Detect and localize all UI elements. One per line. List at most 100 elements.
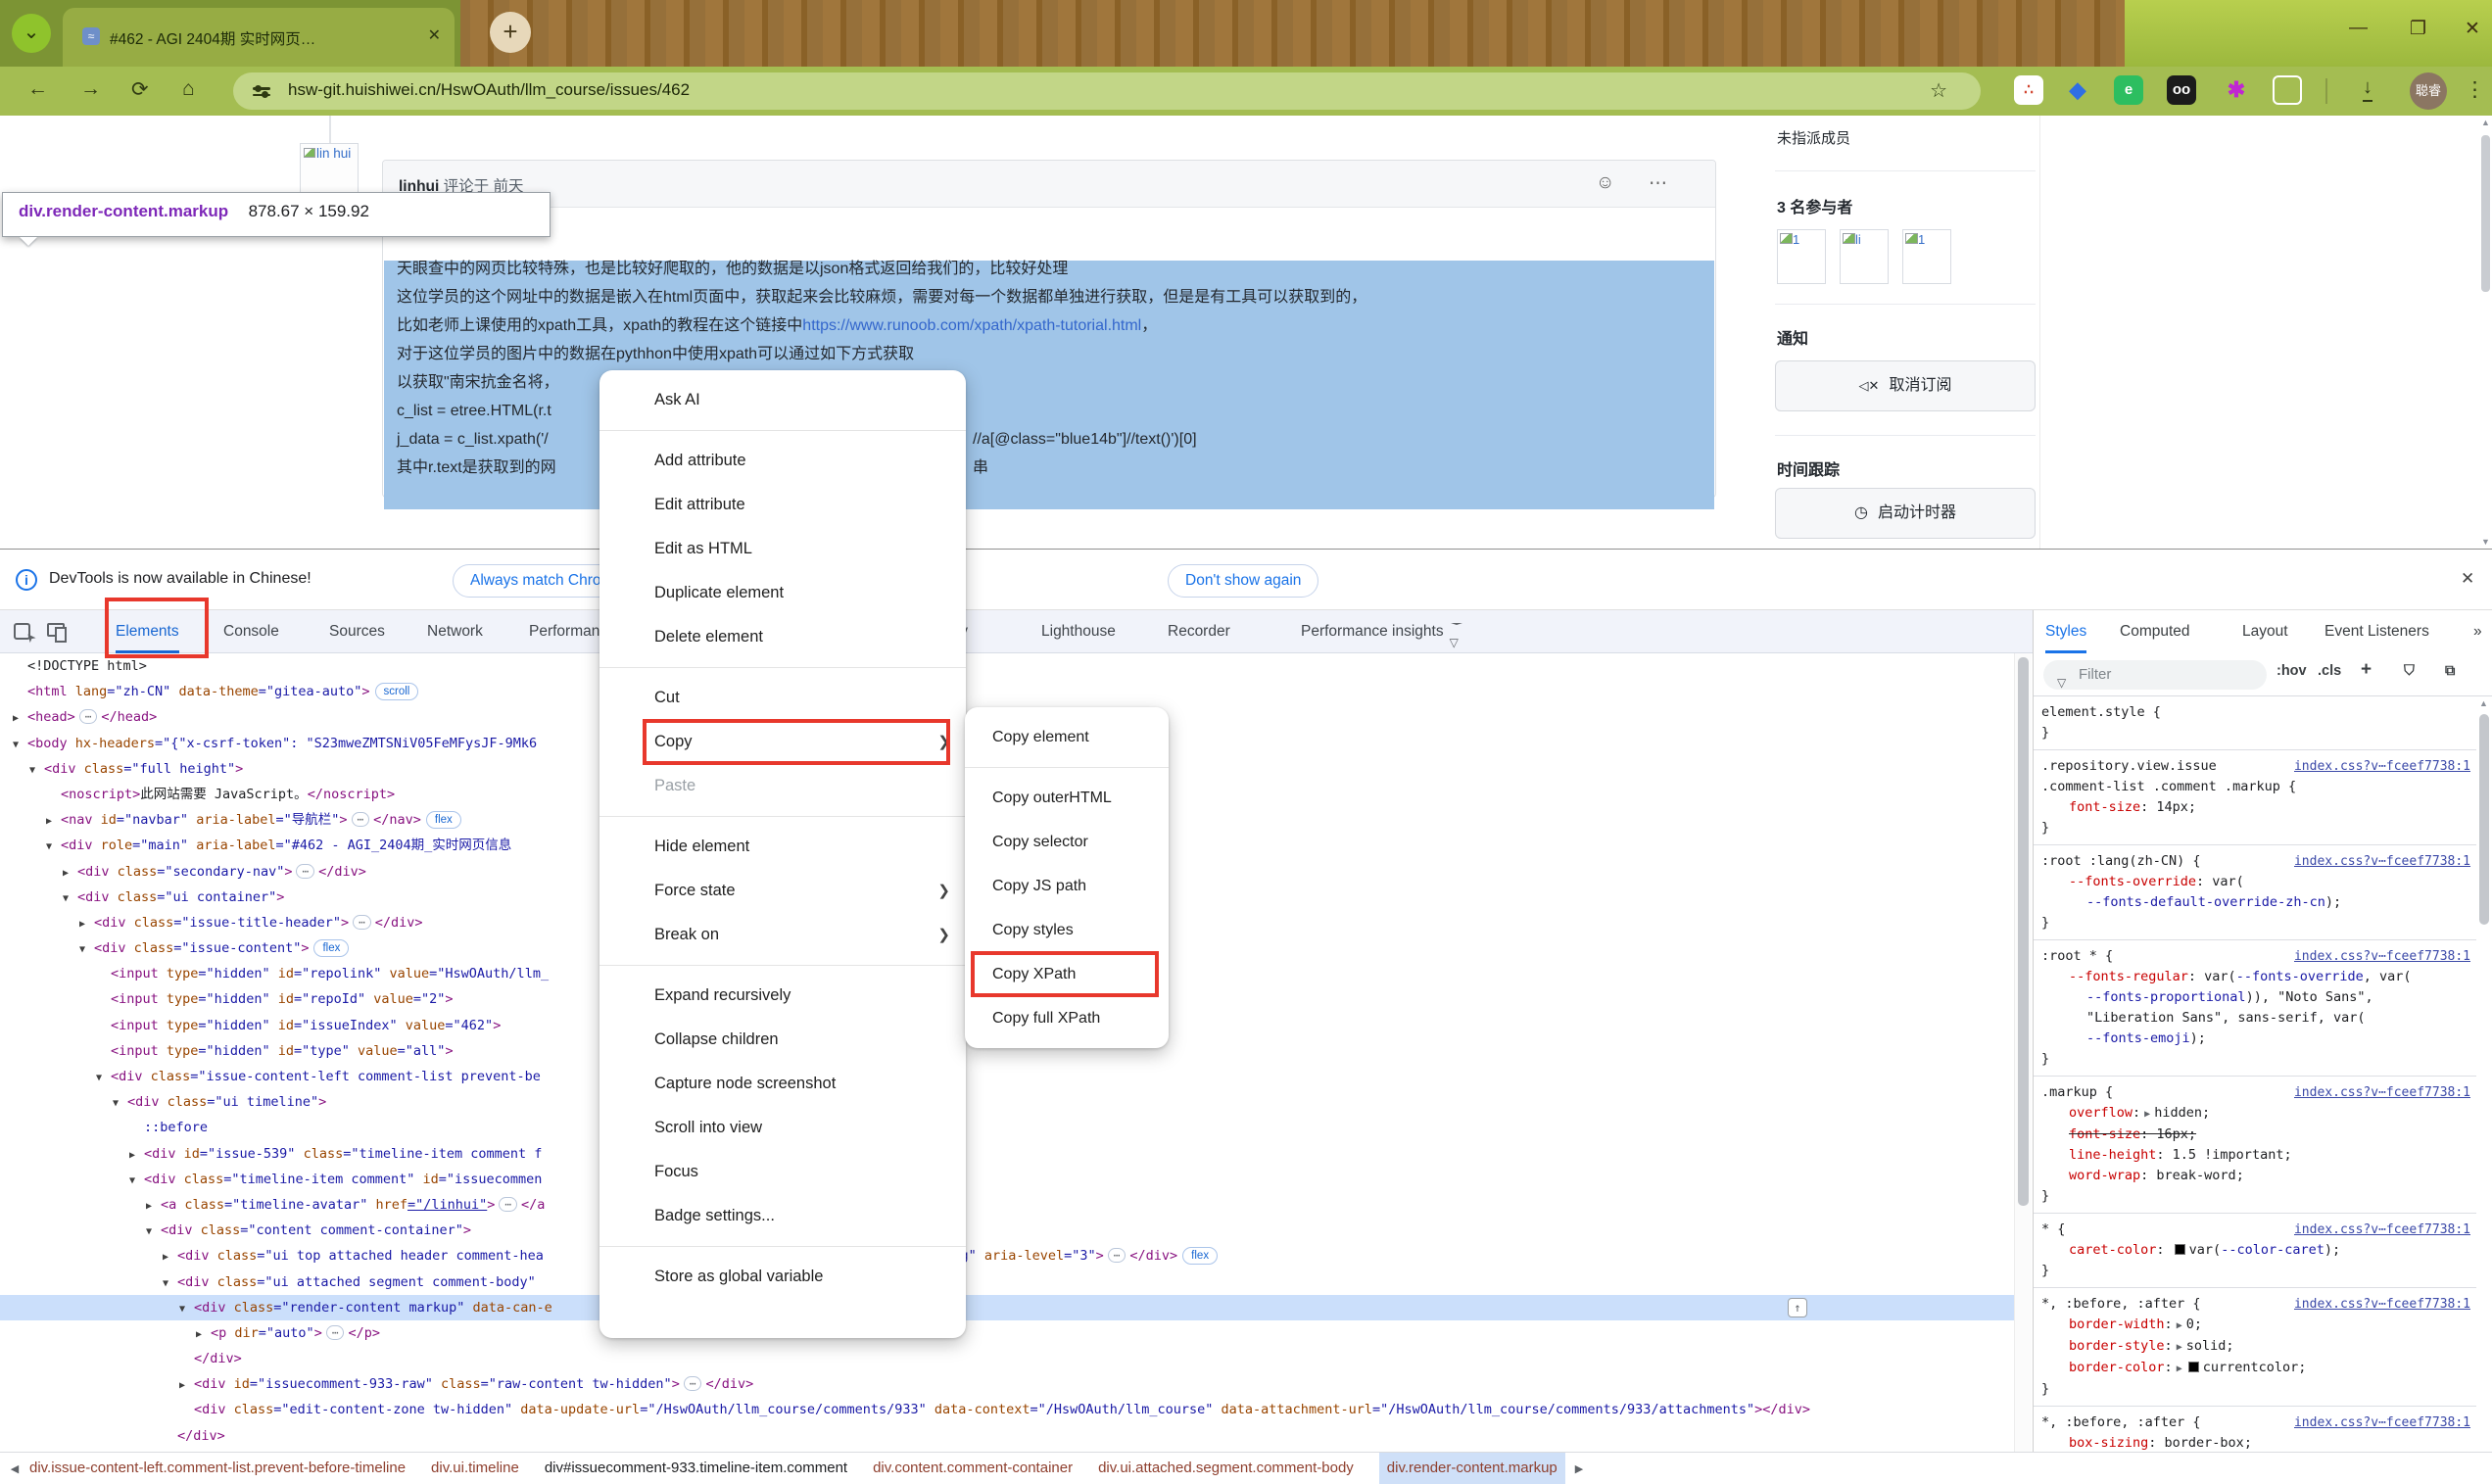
menu-item-copy-full-xpath[interactable]: Copy full XPath bbox=[965, 996, 1169, 1040]
tree-row[interactable]: ▼<div class="ui timeline"> bbox=[0, 1089, 2014, 1115]
breadcrumb-item[interactable]: div.ui.timeline bbox=[431, 1453, 519, 1484]
tab-search-icon[interactable]: ⌄ bbox=[12, 14, 51, 53]
toggle-class-button[interactable]: .cls bbox=[2318, 663, 2341, 679]
scroll-into-view-icon[interactable]: ↑ bbox=[1788, 1298, 1807, 1317]
styles-scrollbar[interactable]: ▲ bbox=[2476, 696, 2492, 1484]
breadcrumb-item[interactable]: div.content.comment-container bbox=[873, 1453, 1073, 1484]
menu-item-delete-element[interactable]: Delete element bbox=[599, 615, 966, 659]
expand-inline-icon[interactable]: ⋯ bbox=[352, 812, 370, 827]
menu-item-force-state[interactable]: Force state❯ bbox=[599, 869, 966, 913]
layout-badge[interactable]: flex bbox=[1182, 1247, 1218, 1265]
stylesheet-link[interactable]: index.css?v⋯fceef7738:1 bbox=[2294, 1294, 2470, 1315]
menu-item-focus[interactable]: Focus bbox=[599, 1150, 966, 1194]
page-scrollbar[interactable]: ▲ ▼ bbox=[2479, 116, 2492, 549]
toggle-hover-state-button[interactable]: :hov bbox=[2276, 663, 2307, 679]
css-rule[interactable]: index.css?v⋯fceef7738:1* {caret-color: v… bbox=[2034, 1214, 2476, 1288]
menu-item-capture-node-screenshot[interactable]: Capture node screenshot bbox=[599, 1062, 966, 1106]
styles-tab-layout[interactable]: Layout bbox=[2242, 610, 2288, 653]
menu-item-copy-outerhtml[interactable]: Copy outerHTML bbox=[965, 776, 1169, 820]
new-style-rule-icon[interactable]: + bbox=[2361, 659, 2372, 681]
banner-close-icon[interactable]: ✕ bbox=[2461, 569, 2474, 589]
tree-row[interactable]: ▼<div class="render-content markup" data… bbox=[0, 1295, 2014, 1320]
menu-item-edit-attribute[interactable]: Edit attribute bbox=[599, 483, 966, 527]
expand-inline-icon[interactable]: ⋯ bbox=[353, 915, 371, 930]
styles-filter-input[interactable]: ▽Filter bbox=[2043, 660, 2267, 690]
css-rule[interactable]: element.style {} bbox=[2034, 696, 2476, 750]
start-timer-button[interactable]: ◷启动计时器 bbox=[1775, 488, 2036, 539]
evernote-icon[interactable]: e bbox=[2114, 75, 2143, 105]
expand-inline-icon[interactable]: ⋯ bbox=[326, 1325, 345, 1340]
layout-badge[interactable]: flex bbox=[426, 811, 461, 829]
expand-inline-icon[interactable]: ⋯ bbox=[499, 1197, 517, 1212]
tree-row[interactable]: </div> bbox=[0, 1423, 2014, 1449]
menu-item-duplicate-element[interactable]: Duplicate element bbox=[599, 571, 966, 615]
expand-arrow-icon[interactable]: ▶ bbox=[63, 861, 77, 886]
browser-menu-icon[interactable]: ⋮ bbox=[2465, 77, 2485, 102]
menu-item-add-attribute[interactable]: Add attribute bbox=[599, 439, 966, 483]
tree-row[interactable]: ▼<div class="ui attached segment comment… bbox=[0, 1269, 2014, 1295]
kite-icon[interactable]: ◆ bbox=[2063, 75, 2092, 105]
sitemap-icon[interactable]: ∴ bbox=[2014, 75, 2043, 105]
inspect-element-icon[interactable] bbox=[14, 623, 30, 640]
tree-row[interactable]: ▼<div class="timeline-item comment" id="… bbox=[0, 1167, 2014, 1192]
collapse-arrow-icon[interactable]: ▼ bbox=[163, 1271, 177, 1297]
color-swatch[interactable] bbox=[2175, 1244, 2185, 1255]
devtools-tab-network[interactable]: Network bbox=[427, 610, 483, 653]
stylesheet-link[interactable]: index.css?v⋯fceef7738:1 bbox=[2294, 1082, 2470, 1103]
crumbs-back-icon[interactable]: ◀ bbox=[0, 1454, 29, 1484]
device-toolbar-icon[interactable] bbox=[47, 623, 65, 637]
collapse-arrow-icon[interactable]: ▼ bbox=[96, 1066, 111, 1091]
css-rule[interactable]: index.css?v⋯fceef7738:1:root :lang(zh-CN… bbox=[2034, 845, 2476, 940]
tabs-overflow-icon[interactable]: » bbox=[2473, 610, 2482, 653]
site-settings-icon[interactable] bbox=[253, 83, 270, 99]
pinwheel-icon[interactable]: ✱ bbox=[2222, 75, 2251, 105]
expand-arrow-icon[interactable]: ▶ bbox=[13, 706, 27, 732]
styles-tab-styles[interactable]: Styles bbox=[2045, 610, 2086, 653]
page-scroll-thumb[interactable] bbox=[2481, 135, 2490, 292]
menu-item-copy-js-path[interactable]: Copy JS path bbox=[965, 864, 1169, 908]
expand-inline-icon[interactable]: ⋯ bbox=[79, 709, 98, 724]
scroll-up-icon[interactable]: ▲ bbox=[2481, 118, 2490, 127]
goggles-icon[interactable]: oo bbox=[2167, 75, 2196, 105]
unsubscribe-button[interactable]: ◁✕取消订阅 bbox=[1775, 360, 2036, 411]
tree-row[interactable]: ▶<div id="issue-539" class="timeline-ite… bbox=[0, 1141, 2014, 1167]
participant-avatar[interactable]: 1 bbox=[1902, 229, 1951, 284]
tree-row[interactable]: ▼<div class="issue-content-left comment-… bbox=[0, 1064, 2014, 1089]
url-text[interactable]: hsw-git.huishiwei.cn/HswOAuth/llm_course… bbox=[288, 80, 690, 100]
collapse-arrow-icon[interactable]: ▼ bbox=[179, 1297, 194, 1322]
elements-scroll-thumb[interactable] bbox=[2018, 657, 2029, 1206]
window-minimize-button[interactable]: — bbox=[2349, 18, 2368, 39]
tree-row[interactable]: ::before bbox=[0, 1115, 2014, 1140]
css-rule[interactable]: index.css?v⋯fceef7738:1:root * {--fonts-… bbox=[2034, 940, 2476, 1077]
css-rule[interactable]: index.css?v⋯fceef7738:1.markup {overflow… bbox=[2034, 1077, 2476, 1214]
tree-row[interactable]: <!DOCTYPE html> bbox=[0, 653, 2014, 679]
collapse-arrow-icon[interactable]: ▼ bbox=[29, 758, 44, 784]
breadcrumb-item[interactable]: div.render-content.markup bbox=[1379, 1453, 1565, 1484]
tree-row[interactable]: ▶<p dir="auto">⋯</p> bbox=[0, 1320, 2014, 1346]
expand-arrow-icon[interactable]: ▶ bbox=[129, 1143, 144, 1169]
tree-row[interactable]: ▶<a class="timeline-avatar" href="/linhu… bbox=[0, 1192, 2014, 1218]
forward-icon[interactable]: → bbox=[80, 77, 101, 101]
tree-row[interactable]: ▶<div id="issuecomment-933-raw" class="r… bbox=[0, 1371, 2014, 1397]
window-close-button[interactable]: ✕ bbox=[2465, 18, 2480, 40]
stylesheet-link[interactable]: index.css?v⋯fceef7738:1 bbox=[2294, 1412, 2470, 1433]
menu-item-ask-ai[interactable]: Ask AI bbox=[599, 378, 966, 422]
expand-arrow-icon[interactable]: ▶ bbox=[146, 1194, 161, 1220]
address-bar[interactable]: hsw-git.huishiwei.cn/HswOAuth/llm_course… bbox=[233, 72, 1981, 110]
expand-inline-icon[interactable]: ⋯ bbox=[684, 1376, 702, 1391]
tree-row[interactable]: <html lang="zh-CN" data-theme="gitea-aut… bbox=[0, 679, 2014, 704]
window-maximize-button[interactable]: ❐ bbox=[2410, 18, 2426, 40]
participant-avatar[interactable]: li bbox=[1840, 229, 1889, 284]
stylesheet-link[interactable]: index.css?v⋯fceef7738:1 bbox=[2294, 946, 2470, 967]
expand-inline-icon[interactable]: ⋯ bbox=[1108, 1248, 1126, 1263]
scroll-up-icon[interactable]: ▲ bbox=[2479, 698, 2488, 708]
stylesheet-link[interactable]: index.css?v⋯fceef7738:1 bbox=[2294, 851, 2470, 872]
breadcrumb-item[interactable]: div.issue-content-left.comment-list.prev… bbox=[29, 1453, 406, 1484]
new-tab-button[interactable]: + bbox=[490, 12, 531, 53]
layout-badge[interactable]: flex bbox=[313, 939, 349, 957]
menu-item-edit-as-html[interactable]: Edit as HTML bbox=[599, 527, 966, 571]
computed-panel-icon[interactable]: ⧉ bbox=[2445, 663, 2455, 679]
menu-item-collapse-children[interactable]: Collapse children bbox=[599, 1018, 966, 1062]
styles-tab-computed[interactable]: Computed bbox=[2120, 610, 2190, 653]
participant-avatar[interactable]: 1 bbox=[1777, 229, 1826, 284]
